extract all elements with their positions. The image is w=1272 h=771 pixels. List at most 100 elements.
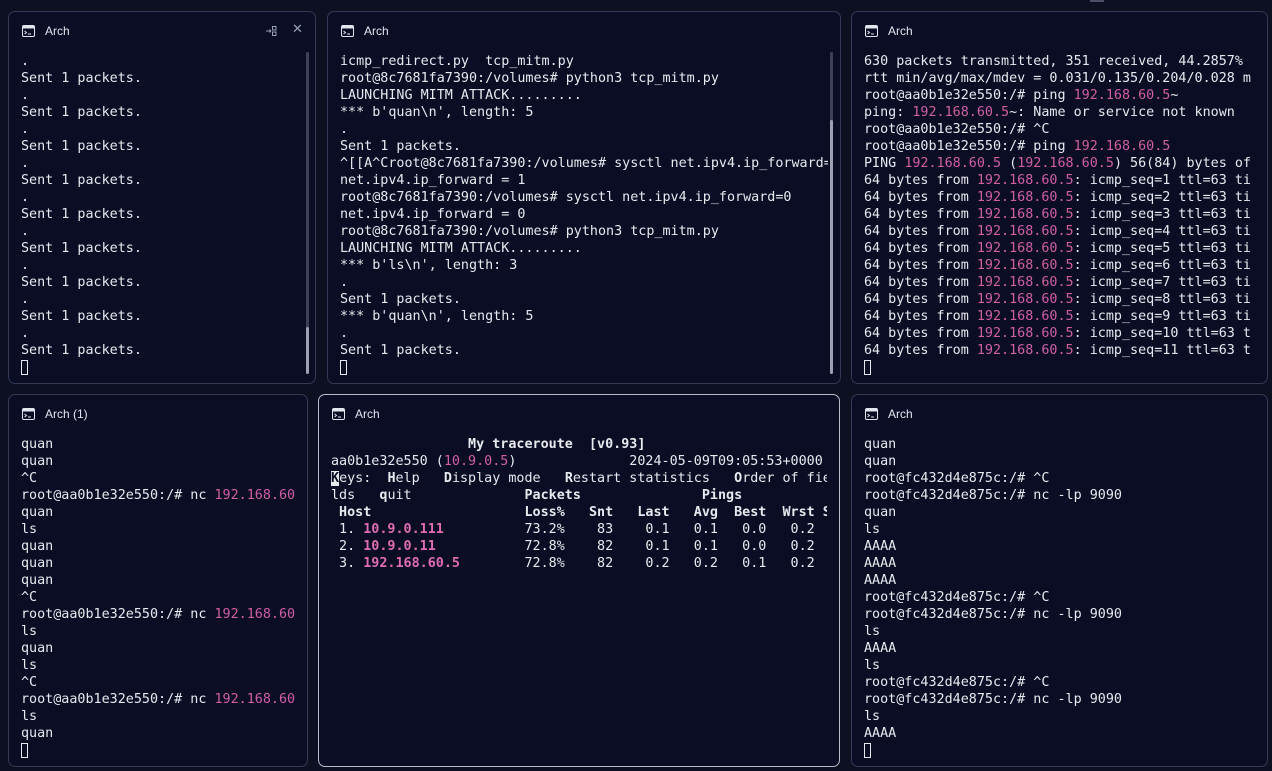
terminal-line: .: [21, 257, 303, 274]
terminal-pane-top-middle[interactable]: Arch icmp_redirect.py tcp_mitm.py root@8c…: [327, 11, 841, 384]
terminal-line: root@8c7681fa7390:/volumes# sysctl net.i…: [340, 189, 828, 206]
ip-address: 192.168.60.5: [976, 309, 1074, 324]
terminal-line: ^C: [21, 470, 295, 487]
terminal-text: Sent 1 packets.: [21, 343, 142, 358]
split-pane-icon[interactable]: [265, 25, 277, 37]
terminal-text: icmp_redirect.py tcp_mitm.py: [340, 54, 574, 69]
terminal-line: 2. 10.9.0.11 72.8% 82 0.1 0.1 0.0 0.2 0.…: [331, 538, 827, 555]
terminal-text: root@fc432d4e875c:/# ^C: [864, 471, 1050, 486]
terminal-line: Sent 1 packets.: [340, 291, 828, 308]
terminal-text: root@aa0b1e32e550:/# ping: [864, 139, 1074, 154]
terminal-output[interactable]: quan quan ^C root@aa0b1e32e550:/# nc 192.16…: [21, 436, 295, 762]
terminal-text: Sent 1 packets.: [340, 343, 461, 358]
pane-header[interactable]: Arch (1): [9, 395, 307, 433]
terminal-text: quan: [864, 437, 897, 452]
terminal-text: quan: [21, 539, 54, 554]
terminal-line: icmp_redirect.py tcp_mitm.py: [340, 53, 828, 70]
terminal-text: O: [734, 471, 743, 486]
terminal-text: 64 bytes from: [864, 309, 977, 324]
ip-address: 192.168.60.5: [912, 105, 1010, 120]
cursor: [21, 742, 28, 758]
terminal-icon: [865, 25, 878, 37]
terminal-text: Packets Pings: [524, 488, 743, 503]
terminal-text: root@fc432d4e875c:/# nc -lp 9090: [864, 692, 1122, 707]
terminal-text: Sent 1 packets.: [340, 139, 461, 154]
terminal-text: : icmp_seq=9 ttl=63 ti: [1073, 309, 1251, 324]
terminal-line: root@aa0b1e32e550:/# ping 192.168.60.5~: [864, 87, 1255, 104]
close-icon[interactable]: ✕: [292, 22, 303, 37]
terminal-line: 64 bytes from 192.168.60.5: icmp_seq=4 t…: [864, 223, 1255, 240]
terminal-text: root@fc432d4e875c:/# nc -lp 9090: [864, 488, 1122, 503]
terminal-line: Sent 1 packets.: [21, 172, 303, 189]
terminal-line: root@8c7681fa7390:/volumes# python3 tcp_…: [340, 223, 828, 240]
terminal-icon: [332, 408, 345, 420]
ip-address: 192.168.60.5: [976, 207, 1074, 222]
terminal-line: AAAA: [864, 555, 1255, 572]
terminal-pane-top-right[interactable]: Arch 630 packets transmitted, 351 receiv…: [851, 11, 1268, 384]
terminal-text: lds: [331, 488, 380, 503]
terminal-line: 3. 192.168.60.5 72.8% 82 0.2 0.2 0.1 0.2…: [331, 555, 827, 572]
terminal-text: .: [21, 88, 30, 103]
terminal-output[interactable]: icmp_redirect.py tcp_mitm.py root@8c7681f…: [340, 53, 828, 379]
scrollbar-thumb[interactable]: [306, 327, 309, 374]
pane-title: Arch: [888, 24, 913, 38]
ip-address: 192.168.60.5: [904, 156, 1002, 171]
terminal-line: root@aa0b1e32e550:/# ping 192.168.60.5: [864, 138, 1255, 155]
terminal-output[interactable]: 630 packets transmitted, 351 received, 4…: [864, 53, 1255, 379]
terminal-text: net.ipv4.ip_forward = 1: [340, 173, 526, 188]
terminal-line: lds quit Packets Pings: [331, 487, 827, 504]
terminal-text: : icmp_seq=10 ttl=63 t: [1073, 326, 1251, 341]
terminal-pane-bottom-middle[interactable]: Arch My traceroute [v0.93] aa0b1e32e550 (…: [318, 394, 840, 767]
terminal-line: 64 bytes from 192.168.60.5: icmp_seq=1 t…: [864, 172, 1255, 189]
terminal-line: .: [340, 325, 828, 342]
pane-header[interactable]: Arch: [852, 395, 1267, 433]
terminal-output[interactable]: . Sent 1 packets.. Sent 1 packets.. Sent 1 …: [21, 53, 303, 379]
terminal-line: .: [340, 121, 828, 138]
terminal-line: 64 bytes from 192.168.60.5: icmp_seq=5 t…: [864, 240, 1255, 257]
terminal-line: ping: 192.168.60.5~: Name or service not…: [864, 104, 1255, 121]
terminal-pane-bottom-left[interactable]: Arch (1) quan quan ^C root@aa0b1e32e550:/# …: [8, 394, 308, 767]
terminal-text: ) 56(84) bytes of: [1113, 156, 1251, 171]
terminal-text: AAAA: [864, 573, 897, 588]
pane-header[interactable]: Arch ✕: [9, 12, 315, 50]
terminal-text: H: [387, 471, 396, 486]
top-edge-marker: [1090, 0, 1104, 2]
terminal-line: root@aa0b1e32e550:/# nc 192.168.60: [21, 691, 295, 708]
prompt-line: [21, 359, 303, 376]
terminal-text: rder of fie: [742, 471, 827, 486]
pane-header[interactable]: Arch: [852, 12, 1267, 50]
terminal-text: net.ipv4.ip_forward = 0: [340, 207, 526, 222]
terminal-line: .: [21, 291, 303, 308]
pane-header[interactable]: Arch: [328, 12, 840, 50]
terminal-text: (: [1001, 156, 1018, 171]
terminal-line: AAAA: [864, 538, 1255, 555]
cursor: [340, 359, 347, 375]
terminal-text: ping:: [864, 105, 913, 120]
terminal-line: rtt min/avg/max/mdev = 0.031/0.135/0.204…: [864, 70, 1255, 87]
terminal-line: 64 bytes from 192.168.60.5: icmp_seq=8 t…: [864, 291, 1255, 308]
terminal-line: root@fc432d4e875c:/# nc -lp 9090: [864, 487, 1255, 504]
scrollbar[interactable]: [306, 52, 309, 374]
terminal-text: quan: [864, 505, 897, 520]
terminal-text: .: [21, 258, 30, 273]
terminal-output[interactable]: My traceroute [v0.93] aa0b1e32e550 (10.9.…: [331, 436, 827, 762]
terminal-text: : icmp_seq=1 ttl=63 ti: [1073, 173, 1251, 188]
terminal-pane-top-left[interactable]: Arch ✕ . Sent 1 packets.. Sent 1 packets..…: [8, 11, 316, 384]
terminal-output[interactable]: quan quan root@fc432d4e875c:/# ^C root@fc43…: [864, 436, 1255, 762]
terminal-pane-bottom-right[interactable]: Arch quan quan root@fc432d4e875c:/# ^C root…: [851, 394, 1268, 767]
terminal-text: *** b'quan\n', length: 5: [340, 309, 534, 324]
terminal-text: Sent 1 packets.: [21, 241, 142, 256]
terminal-text: .: [21, 54, 30, 69]
prompt-line: [864, 359, 1255, 376]
ip-address: 192.168.60.5: [976, 173, 1074, 188]
ip-address: 192.168.60.5: [976, 224, 1074, 239]
terminal-text: .: [21, 326, 30, 341]
pane-header[interactable]: Arch: [319, 395, 839, 433]
terminal-line: LAUNCHING MITM ATTACK.........: [340, 87, 828, 104]
scrollbar[interactable]: [830, 52, 833, 374]
scrollbar-thumb[interactable]: [830, 120, 833, 374]
ip-address: 192.168.60.5: [363, 556, 460, 571]
terminal-text: Host Loss% Snt Last Avg Best Wrst StDev: [331, 505, 827, 520]
terminal-line: root@aa0b1e32e550:/# nc 192.168.60: [21, 606, 295, 623]
terminal-text: quan: [21, 437, 54, 452]
